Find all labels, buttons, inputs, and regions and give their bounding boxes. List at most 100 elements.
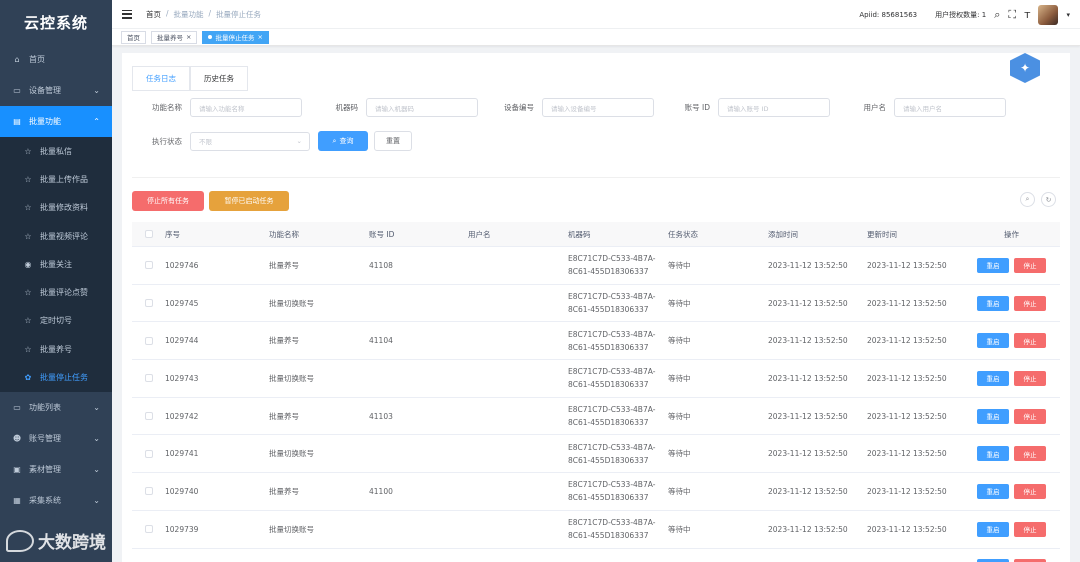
cell-status: 等待中 <box>668 298 691 308</box>
cell-func: 批量切换账号 <box>269 298 314 308</box>
machine-code-input[interactable]: 请输入机器码 <box>366 98 478 117</box>
submenu-item[interactable]: ☆ 定时切号 <box>0 307 112 335</box>
submenu-item[interactable]: ☆ 批量养号 <box>0 335 112 363</box>
checkbox-box <box>144 374 153 383</box>
exec-status-select[interactable]: 不限 ⌄ <box>190 131 310 151</box>
checkbox-box <box>144 261 153 270</box>
close-icon[interactable]: × <box>257 33 262 41</box>
stop-button[interactable]: 停止 <box>1014 295 1046 311</box>
stop-button[interactable]: 停止 <box>1014 483 1046 499</box>
cell-machine: E8C71C7D-C533-4B7A- 8C61-455D18306337 <box>564 403 664 429</box>
sidebar-item-account[interactable]: ☻ 账号管理 ⌄ <box>0 423 112 454</box>
row-checkbox[interactable] <box>132 412 161 421</box>
restart-button[interactable]: 重启 <box>977 483 1009 499</box>
device-no-label: 设备编号 <box>504 103 534 112</box>
stop-button[interactable]: 停止 <box>1014 521 1046 537</box>
restart-button[interactable]: 重启 <box>977 370 1009 386</box>
sidebar-item-batch[interactable]: ▤ 批量功能 ⌃ <box>0 106 112 137</box>
submenu-item[interactable]: ☆ 批量私信 <box>0 137 112 165</box>
tag-batch-stop[interactable]: 批量停止任务 × <box>202 30 269 44</box>
tab-history[interactable]: 历史任务 <box>190 66 248 90</box>
restart-button[interactable]: 重启 <box>977 446 1009 462</box>
close-icon[interactable]: × <box>186 33 191 41</box>
submenu-item[interactable]: ◉ 批量关注 <box>0 250 112 278</box>
refresh-icon[interactable]: ↻ <box>1041 192 1056 207</box>
stop-button[interactable]: 停止 <box>1014 333 1046 349</box>
cell-func: 批量养号 <box>269 411 299 421</box>
tab-task-log[interactable]: 任务日志 <box>132 66 190 90</box>
account-id-input[interactable]: 请输入账号 ID <box>718 98 830 117</box>
table-row: 1029743 批量切换账号 E8C71C7D-C533-4B7A- 8C61-4… <box>132 360 1060 398</box>
eye-icon: ◉ <box>24 259 32 269</box>
restart-button[interactable]: 重启 <box>977 408 1009 424</box>
col-header-machine: 机器码 <box>568 229 591 239</box>
cell-ops: 重启 停止 <box>963 408 1060 424</box>
restart-button[interactable]: 重启 <box>977 295 1009 311</box>
tag-home[interactable]: 首页 <box>121 30 146 44</box>
star-icon: ☆ <box>24 146 32 156</box>
stop-button[interactable]: 停止 <box>1014 446 1046 462</box>
stop-all-button[interactable]: 停止所有任务 <box>132 191 204 211</box>
restart-button[interactable]: 重启 <box>977 521 1009 537</box>
cell-machine-line1: E8C71C7D-C533-4B7A- <box>568 518 656 528</box>
func-name-input[interactable]: 请输入功能名称 <box>190 98 302 117</box>
chevron-down-icon: ⌄ <box>93 464 100 474</box>
restart-button[interactable]: 重启 <box>977 333 1009 349</box>
avatar[interactable] <box>1038 4 1059 25</box>
submenu-item[interactable]: ☆ 批量修改资料 <box>0 194 112 222</box>
sidebar-item-material[interactable]: ▣ 素材管理 ⌄ <box>0 454 112 485</box>
hamburger-icon[interactable] <box>122 9 132 19</box>
cell-machine: E8C71C7D-C533-4B7A- 8C61-455D18306337 <box>564 478 664 504</box>
account-id-field: 账号 ID 请输入账号 ID <box>660 98 830 117</box>
row-checkbox[interactable] <box>132 525 161 534</box>
cell-id: 1029745 <box>165 298 199 308</box>
search-button[interactable]: ⌕ 查询 <box>318 131 368 151</box>
star-icon: ☆ <box>24 344 32 354</box>
tag-batch-raise[interactable]: 批量养号 × <box>151 30 198 44</box>
username-input[interactable]: 请输入用户名 <box>894 98 1006 117</box>
breadcrumb-item[interactable]: 首页 <box>146 9 161 20</box>
table-row: 1029746 批量养号 41108 E8C71C7D-C533-4B7A- 8C… <box>132 247 1060 285</box>
sidebar-item-home[interactable]: ⌂ 首页 <box>0 44 112 75</box>
row-checkbox[interactable] <box>132 261 161 270</box>
submenu-item[interactable]: ☆ 批量上传作品 <box>0 165 112 193</box>
select-all-checkbox[interactable] <box>132 230 161 238</box>
row-checkbox[interactable] <box>132 336 161 345</box>
cell-func: 批量养号 <box>269 486 299 496</box>
row-checkbox[interactable] <box>132 299 161 308</box>
sidebar-item-label: 首页 <box>29 55 45 64</box>
filter-row-1: 功能名称 请输入功能名称 机器码 请输入机器码 设备编号 请输入设备编号 账号 … <box>132 98 1006 117</box>
submenu-item-current[interactable]: ✿ 批量停止任务 <box>0 363 112 391</box>
cell-machine-line2: 8C61-455D18306337 <box>568 342 649 352</box>
cell-account: 41108 <box>369 260 393 270</box>
device-no-input[interactable]: 请输入设备编号 <box>542 98 654 117</box>
fullscreen-icon[interactable]: ⛶ <box>1008 8 1016 22</box>
stop-button[interactable]: 停止 <box>1014 370 1046 386</box>
chevron-down-icon[interactable]: ▾ <box>1066 11 1070 19</box>
cell-status: 等待中 <box>668 260 691 270</box>
sidebar-item-collect[interactable]: ▦ 采集系统 ⌄ <box>0 485 112 516</box>
stop-button[interactable]: 停止 <box>1014 257 1046 273</box>
stop-selected-button[interactable]: 暂停已启动任务 <box>209 191 289 211</box>
cell-machine-line2: 8C61-455D18306337 <box>568 418 649 428</box>
font-size-icon[interactable]: т <box>1024 8 1030 21</box>
cell-added: 2023-11-12 13:52:50 <box>768 373 848 383</box>
submenu-item[interactable]: ☆ 批量评论点赞 <box>0 278 112 306</box>
navbar: 首页 / 批量功能 / 批量停止任务 Apiid: 85681563 用户授权数… <box>112 0 1080 29</box>
cell-id: 1029741 <box>165 449 199 459</box>
submenu-item-label: 批量养号 <box>40 344 72 354</box>
reset-button[interactable]: 重置 <box>374 131 412 151</box>
app-logo-icon: ✦ <box>1010 53 1040 83</box>
row-checkbox[interactable] <box>132 449 161 458</box>
search-icon[interactable]: ⌕ <box>994 8 1000 22</box>
stop-button[interactable]: 停止 <box>1014 408 1046 424</box>
table-row: 1029741 批量切换账号 E8C71C7D-C533-4B7A- 8C61-4… <box>132 435 1060 474</box>
submenu-item[interactable]: ☆ 批量视频评论 <box>0 222 112 250</box>
restart-button[interactable]: 重启 <box>977 257 1009 273</box>
sidebar-item-device[interactable]: ▭ 设备管理 ⌄ <box>0 75 112 106</box>
toggle-search-icon[interactable]: ⌕ <box>1020 192 1035 207</box>
sidebar-item-function-list[interactable]: ▭ 功能列表 ⌄ <box>0 392 112 423</box>
cell-status: 等待中 <box>668 449 691 459</box>
row-checkbox[interactable] <box>132 374 161 383</box>
row-checkbox[interactable] <box>132 487 161 496</box>
